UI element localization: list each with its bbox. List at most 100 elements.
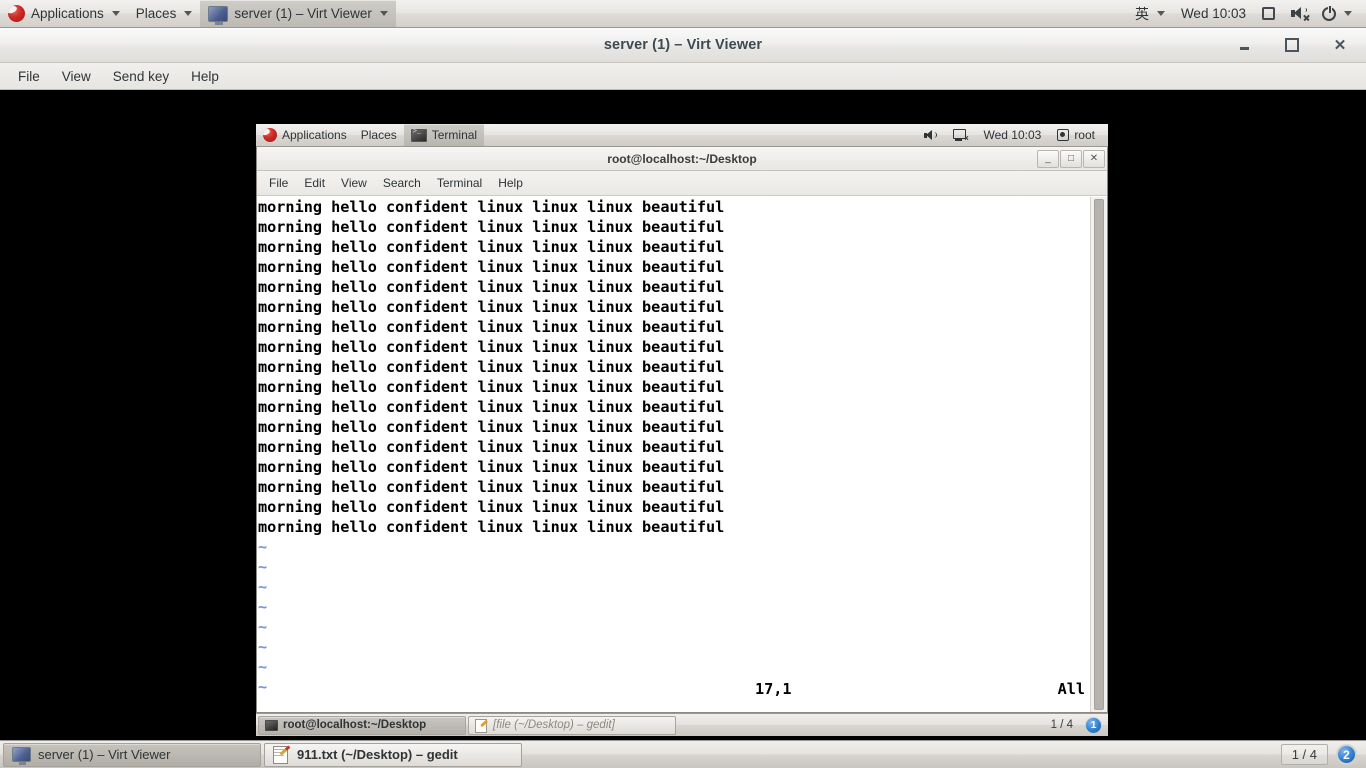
guest-user-label: root <box>1074 128 1095 142</box>
terminal-line: morning hello confident linux linux linu… <box>258 258 725 276</box>
terminal-icon <box>265 719 278 731</box>
terminal-line: morning hello confident linux linux linu… <box>258 278 725 296</box>
vim-scroll-indicator: All <box>1057 680 1085 698</box>
guest-applications-menu[interactable]: Applications <box>256 124 354 146</box>
virt-viewer-menubar: File View Send key Help <box>0 63 1366 90</box>
guest-taskbar: root@localhost:~/Desktop [file (~/Deskto… <box>256 713 1108 736</box>
guest-workspace-switcher: 1 / 4 1 <box>1045 716 1106 734</box>
screen: Applications Places server (1) – Virt Vi… <box>0 0 1366 768</box>
guest-network-button[interactable]: x <box>946 129 974 142</box>
terminal-line: morning hello confident linux linux linu… <box>258 398 725 416</box>
input-method-indicator[interactable]: 英 <box>1127 0 1173 27</box>
guest-task-terminal[interactable]: root@localhost:~/Desktop <box>258 715 466 735</box>
guest-clock-label: Wed 10:03 <box>983 128 1042 142</box>
host-places-label: Places <box>135 6 177 21</box>
chevron-down-icon <box>379 11 388 16</box>
host-workspace-badge[interactable]: 2 <box>1336 744 1357 765</box>
volume-muted-icon <box>1291 7 1307 20</box>
guest-places-menu[interactable]: Places <box>354 124 404 146</box>
terminal-menu-file[interactable]: File <box>261 174 296 192</box>
menu-send-key[interactable]: Send key <box>103 66 179 87</box>
guest-task-gedit[interactable]: [file (~/Desktop) – gedit] <box>468 715 676 735</box>
terminal-close-button[interactable]: ✕ <box>1083 149 1105 168</box>
terminal-line: morning hello confident linux linux linu… <box>258 298 725 316</box>
terminal-line: morning hello confident linux linux linu… <box>258 478 725 496</box>
terminal-line: morning hello confident linux linux linu… <box>258 418 725 436</box>
guest-volume-button[interactable] <box>917 129 944 141</box>
virt-viewer-icon <box>12 747 31 765</box>
terminal-line: morning hello confident linux linux linu… <box>258 458 725 476</box>
terminal-titlebar[interactable]: root@localhost:~/Desktop _ □ ✕ <box>257 147 1107 171</box>
network-disconnected-icon: x <box>953 129 968 142</box>
terminal-icon <box>410 128 427 142</box>
terminal-menu-terminal[interactable]: Terminal <box>429 174 490 192</box>
vim-status-line: 17,1 All <box>755 680 1085 698</box>
host-clock[interactable]: Wed 10:03 <box>1173 0 1254 27</box>
terminal-menu-help[interactable]: Help <box>490 174 531 192</box>
host-panel-left: Applications Places server (1) – Virt Vi… <box>0 0 396 27</box>
red-hat-logo-icon <box>8 5 25 22</box>
terminal-minimize-button[interactable]: _ <box>1037 149 1059 168</box>
guest-workspace-badge[interactable]: 1 <box>1085 716 1102 734</box>
maximize-button[interactable] <box>1282 35 1302 55</box>
host-workspace-pages[interactable]: 1 / 4 <box>1280 744 1328 765</box>
input-method-label: 英 <box>1134 5 1149 22</box>
terminal-scrollbar[interactable] <box>1090 197 1107 712</box>
red-hat-logo-icon <box>263 128 277 142</box>
power-menu-button[interactable] <box>1314 0 1360 27</box>
virt-viewer-guest-display[interactable]: Applications Places Terminal <box>0 91 1366 740</box>
host-task-virt-viewer-label: server (1) – Virt Viewer <box>38 747 171 762</box>
vim-empty-line-marker: ~ <box>258 598 268 616</box>
terminal-line: morning hello confident linux linux linu… <box>258 338 725 356</box>
menu-file[interactable]: File <box>8 66 50 87</box>
guest-system-tray: x Wed 10:03 root <box>917 128 1108 142</box>
guest-active-window-label: Terminal <box>431 128 478 142</box>
minimize-button[interactable] <box>1234 35 1254 55</box>
host-applications-label: Applications <box>31 6 104 21</box>
display-settings-button[interactable] <box>1254 0 1283 27</box>
menu-view[interactable]: View <box>52 66 101 87</box>
virt-viewer-titlebar[interactable]: server (1) – Virt Viewer ✕ <box>0 28 1366 63</box>
gedit-icon <box>475 718 488 733</box>
guest-desktop: Applications Places Terminal <box>256 124 1108 736</box>
terminal-line: morning hello confident linux linux linu… <box>258 498 725 516</box>
terminal-menu-search[interactable]: Search <box>375 174 429 192</box>
host-task-gedit-label: 911.txt (~/Desktop) – gedit <box>297 747 458 762</box>
close-button[interactable]: ✕ <box>1330 35 1350 55</box>
terminal-maximize-button[interactable]: □ <box>1060 149 1082 168</box>
host-places-menu[interactable]: Places <box>128 0 201 27</box>
host-task-gedit[interactable]: 911.txt (~/Desktop) – gedit <box>264 742 522 767</box>
vim-buffer[interactable]: morning hello confident linux linux linu… <box>257 197 1089 712</box>
terminal-line: morning hello confident linux linux linu… <box>258 198 725 216</box>
terminal-content-area[interactable]: morning hello confident linux linux linu… <box>257 197 1107 712</box>
volume-button[interactable] <box>1283 0 1314 27</box>
terminal-menu-view[interactable]: View <box>333 174 375 192</box>
host-active-window-menu[interactable]: server (1) – Virt Viewer <box>200 0 396 27</box>
guest-user-menu[interactable]: root <box>1050 128 1102 142</box>
vim-empty-line-marker: ~ <box>258 618 268 636</box>
menu-help[interactable]: Help <box>181 66 229 87</box>
host-applications-menu[interactable]: Applications <box>0 0 128 27</box>
host-active-window-label: server (1) – Virt Viewer <box>234 6 372 21</box>
chevron-down-icon <box>184 11 193 16</box>
virt-viewer-window-controls: ✕ <box>1234 35 1366 55</box>
guest-active-window-menu[interactable]: Terminal <box>403 124 485 146</box>
guest-task-gedit-label: [file (~/Desktop) – gedit] <box>493 719 615 731</box>
terminal-title: root@localhost:~/Desktop <box>607 151 757 166</box>
user-icon <box>1057 129 1070 141</box>
terminal-line: morning hello confident linux linux linu… <box>258 358 725 376</box>
guest-workspace-pages[interactable]: 1 / 4 <box>1045 718 1079 732</box>
vim-empty-line-marker: ~ <box>258 538 268 556</box>
terminal-menu-edit[interactable]: Edit <box>296 174 333 192</box>
chevron-down-icon <box>111 11 120 16</box>
host-task-virt-viewer[interactable]: server (1) – Virt Viewer <box>3 742 261 767</box>
vim-empty-line-marker: ~ <box>258 658 268 676</box>
guest-clock[interactable]: Wed 10:03 <box>976 128 1048 142</box>
vim-empty-line-marker: ~ <box>258 578 268 596</box>
display-icon <box>1262 7 1275 20</box>
guest-task-terminal-label: root@localhost:~/Desktop <box>283 719 427 731</box>
terminal-line: morning hello confident linux linux linu… <box>258 438 725 456</box>
guest-applications-label: Applications <box>282 128 347 142</box>
host-workspace-switcher: 1 / 4 2 <box>1280 744 1363 765</box>
terminal-scrollbar-thumb[interactable] <box>1094 199 1104 710</box>
